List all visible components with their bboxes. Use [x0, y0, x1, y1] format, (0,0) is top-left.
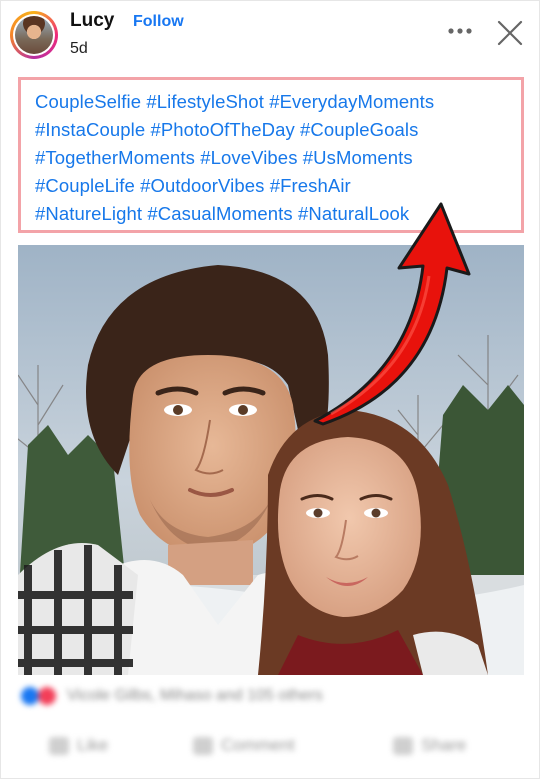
- follow-button[interactable]: Follow: [133, 13, 184, 31]
- more-horizontal-icon[interactable]: [446, 21, 474, 41]
- like-reaction-icon: [21, 687, 39, 705]
- couple-selfie-image: [18, 245, 524, 675]
- comment-button[interactable]: Comment: [193, 735, 295, 756]
- hashtag-caption-box: CoupleSelfie #LifestyleShot #EverydayMom…: [18, 77, 524, 233]
- post-photo[interactable]: [18, 245, 524, 675]
- like-button[interactable]: Like: [49, 735, 108, 756]
- post-card: Lucy Follow 5d CoupleSelfie #LifestyleSh…: [0, 0, 540, 779]
- share-button[interactable]: Share: [393, 735, 466, 756]
- avatar[interactable]: [10, 11, 58, 59]
- post-timestamp: 5d: [70, 40, 88, 57]
- author-name[interactable]: Lucy: [70, 10, 114, 32]
- reactions-text: Vicole Gilbs, Mihaso and 105 others: [66, 687, 323, 704]
- post-actions: Like Comment Share: [21, 731, 521, 763]
- love-reaction-icon: [38, 687, 57, 705]
- close-icon[interactable]: [495, 18, 525, 48]
- hashtag-line[interactable]: #TogetherMoments #LoveVibes #UsMoments: [35, 144, 507, 172]
- hashtag-line[interactable]: #InstaCouple #PhotoOfTheDay #CoupleGoals: [35, 116, 507, 144]
- share-icon: [393, 736, 413, 755]
- hashtag-line[interactable]: CoupleSelfie #LifestyleShot #EverydayMom…: [35, 88, 507, 116]
- reactions-summary[interactable]: Vicole Gilbs, Mihaso and 105 others: [21, 687, 421, 709]
- hashtag-line[interactable]: #CoupleLife #OutdoorVibes #FreshAir: [35, 172, 507, 200]
- comment-icon: [193, 736, 213, 755]
- like-icon: [49, 736, 69, 755]
- avatar-image: [15, 16, 53, 54]
- post-header: Lucy Follow 5d: [1, 1, 540, 69]
- hashtag-line[interactable]: #NatureLight #CasualMoments #NaturalLook: [35, 200, 507, 228]
